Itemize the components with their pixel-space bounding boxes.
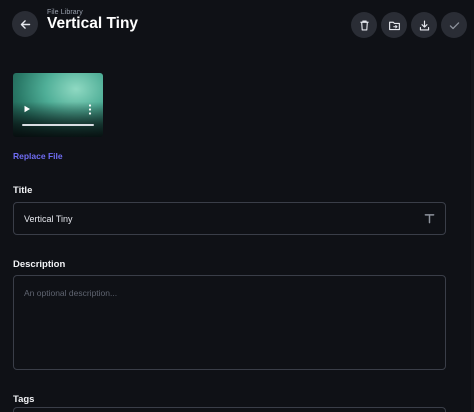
description-placeholder: An optional description... [24, 288, 118, 298]
play-icon[interactable] [23, 105, 31, 113]
title-label: Title [13, 185, 33, 196]
video-progress-bar[interactable] [22, 124, 94, 126]
arrow-left-icon [20, 19, 30, 29]
text-type-icon [424, 214, 435, 224]
trash-icon [359, 19, 369, 31]
delete-button[interactable] [351, 12, 377, 38]
check-icon [449, 21, 459, 29]
move-to-folder-button[interactable] [381, 12, 407, 38]
header: File Library Vertical Tiny [0, 0, 474, 50]
folder-move-icon [388, 21, 400, 30]
back-button[interactable] [12, 11, 38, 37]
description-textarea[interactable]: An optional description... [13, 275, 446, 370]
tags-input[interactable] [13, 407, 446, 412]
page-title: Vertical Tiny [47, 15, 139, 32]
save-button[interactable] [441, 12, 467, 38]
title-value[interactable]: Vertical Tiny [24, 214, 73, 224]
download-button[interactable] [411, 12, 437, 38]
file-detail-page: File Library Vertical Tiny Replace File … [0, 0, 474, 412]
download-icon [419, 19, 429, 31]
video-preview[interactable] [13, 73, 103, 137]
tags-label: Tags [13, 394, 35, 405]
more-vertical-icon[interactable] [87, 104, 93, 115]
description-label: Description [13, 259, 66, 270]
replace-file-link[interactable]: Replace File [13, 151, 63, 161]
title-input[interactable]: Vertical Tiny [13, 202, 446, 235]
